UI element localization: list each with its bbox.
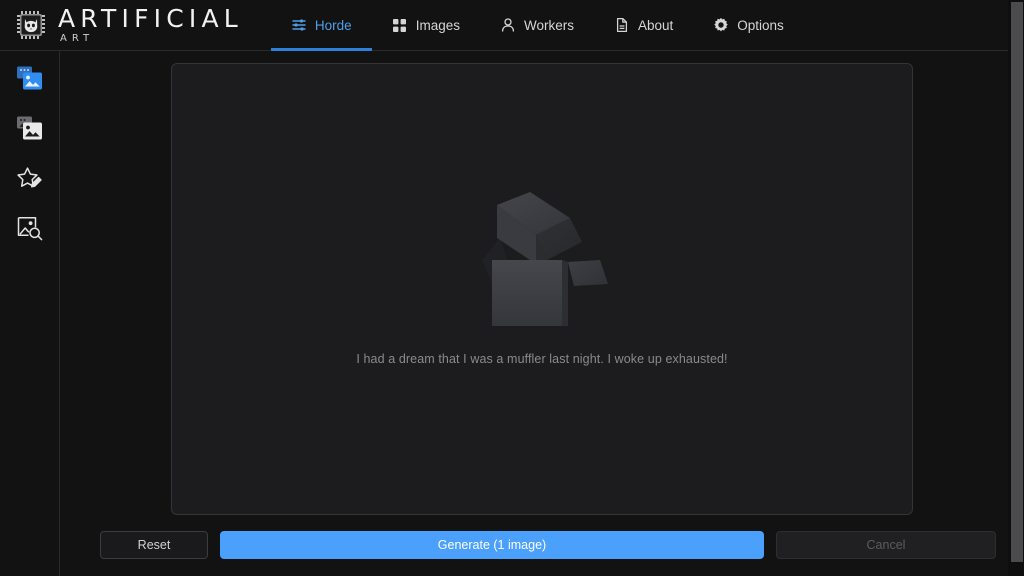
tab-options[interactable]: Options	[693, 0, 804, 51]
grid-icon	[392, 17, 408, 33]
brand-title: ARTIFICIAL	[58, 4, 243, 33]
empty-state: I had a dream that I was a muffler last …	[356, 180, 728, 366]
sliders-icon	[291, 17, 307, 33]
tab-workers-label: Workers	[523, 17, 574, 33]
cancel-button: Cancel	[776, 531, 996, 560]
scrollbar-thumb[interactable]	[1011, 2, 1023, 562]
tab-about-label: About	[638, 17, 674, 33]
image-search-icon	[15, 215, 45, 248]
gear-icon	[713, 17, 729, 33]
person-icon	[500, 17, 516, 33]
sidebar-item-generate[interactable]	[8, 63, 52, 99]
sidebar-item-interrogate[interactable]	[8, 213, 52, 249]
star-pencil-icon	[15, 165, 45, 198]
brand-logo[interactable]: ARTIFICIAL ART	[14, 6, 243, 44]
tab-horde-label: Horde	[314, 17, 352, 33]
empty-state-message: I had a dream that I was a muffler last …	[356, 351, 728, 366]
brand-wordmark: ARTIFICIAL ART	[58, 6, 243, 44]
tab-images[interactable]: Images	[372, 0, 480, 51]
tab-workers[interactable]: Workers	[480, 0, 594, 51]
brand-subtitle: ART	[60, 33, 95, 44]
body-row: I had a dream that I was a muffler last …	[0, 51, 1024, 576]
multi-image-icon	[15, 65, 45, 98]
cat-chip-logo-icon	[14, 8, 48, 42]
app-header: ARTIFICIAL ART Horde Images Workers Abou…	[0, 0, 1024, 51]
tab-about[interactable]: About	[594, 0, 693, 51]
sidebar-rail	[0, 51, 60, 576]
generate-button[interactable]: Generate (1 image)	[220, 531, 764, 560]
tab-images-label: Images	[415, 17, 460, 33]
multi-image-icon	[15, 115, 45, 148]
tab-horde[interactable]: Horde	[270, 0, 372, 51]
document-icon	[614, 17, 630, 33]
reset-button[interactable]: Reset	[100, 531, 208, 560]
empty-box-icon	[452, 180, 632, 330]
app-root: ARTIFICIAL ART Horde Images Workers Abou…	[0, 0, 1024, 576]
tab-options-label: Options	[737, 17, 784, 33]
content-area: I had a dream that I was a muffler last …	[60, 51, 1024, 576]
sidebar-item-gallery[interactable]	[8, 113, 52, 149]
action-bar: Reset Generate (1 image) Cancel	[74, 515, 1010, 576]
generation-panel: I had a dream that I was a muffler last …	[171, 63, 913, 515]
sidebar-item-rate[interactable]	[8, 163, 52, 199]
vertical-scrollbar[interactable]	[1008, 0, 1024, 576]
main-nav: Horde Images Workers About Options	[270, 0, 804, 51]
